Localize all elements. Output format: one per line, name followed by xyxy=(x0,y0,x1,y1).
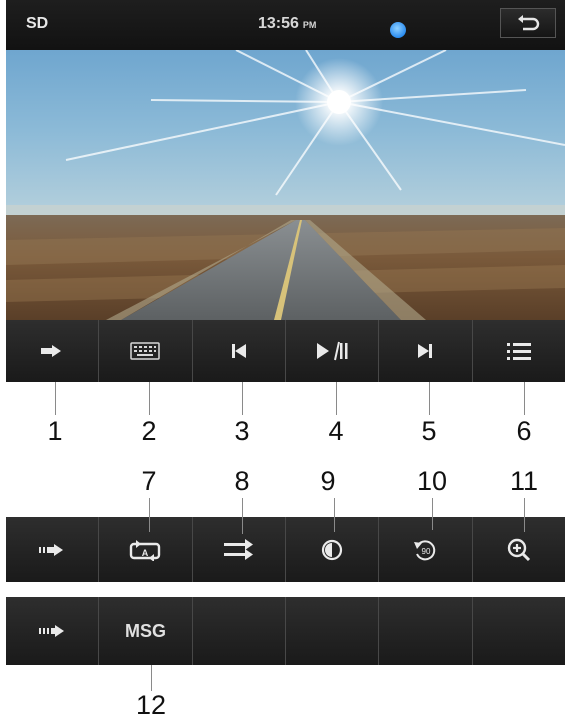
callout-6: 6 xyxy=(516,416,532,446)
next-track-button[interactable] xyxy=(379,320,473,382)
callout-11: 11 xyxy=(509,466,539,496)
repeat-button[interactable]: A xyxy=(99,517,193,582)
back-button[interactable] xyxy=(500,8,556,38)
play-pause-button[interactable] xyxy=(286,320,380,382)
extra-control-bar: MSG xyxy=(6,597,565,665)
callout-line-11 xyxy=(524,498,525,532)
previous-track-button[interactable] xyxy=(193,320,286,382)
status-bar: SD 13:56 PM xyxy=(6,0,565,50)
callout-line-7 xyxy=(149,498,150,532)
video-display[interactable] xyxy=(6,50,565,320)
callout-9: 9 xyxy=(320,466,336,496)
shuffle-button[interactable] xyxy=(193,517,286,582)
clock-time: 13:56 xyxy=(258,15,299,32)
callout-line-2 xyxy=(149,382,150,415)
arrow-right-icon xyxy=(39,625,65,637)
next-track-icon xyxy=(418,344,433,358)
source-label: SD xyxy=(26,15,49,32)
return-icon xyxy=(518,15,540,31)
repeat-a-icon: A xyxy=(130,539,161,561)
rotate-button[interactable]: 90 xyxy=(379,517,473,582)
keyboard-icon xyxy=(130,342,161,360)
msg-button[interactable]: MSG xyxy=(99,597,193,665)
empty-slot-4 xyxy=(286,597,380,665)
keyboard-button[interactable] xyxy=(99,320,193,382)
arrow-right-icon xyxy=(41,345,62,357)
callout-4: 4 xyxy=(328,416,344,446)
callout-5: 5 xyxy=(421,416,437,446)
empty-slot-5 xyxy=(379,597,473,665)
callout-line-12 xyxy=(151,665,152,691)
msg-label: MSG xyxy=(124,620,166,641)
status-indicator-icon xyxy=(390,22,406,38)
empty-slot-3 xyxy=(193,597,286,665)
callout-line-10 xyxy=(432,498,433,530)
empty-slot-6 xyxy=(473,597,565,665)
zoom-button[interactable] xyxy=(473,517,565,582)
callout-line-8 xyxy=(242,498,243,534)
rotate-90-icon: 90 xyxy=(414,539,436,560)
rotate-degree-text: 90 xyxy=(422,547,431,556)
callout-3: 3 xyxy=(234,416,250,446)
callout-line-9 xyxy=(334,498,335,532)
brightness-button[interactable] xyxy=(286,517,380,582)
callout-1: 1 xyxy=(47,416,63,446)
road-sun-image xyxy=(6,50,565,320)
brightness-icon xyxy=(322,539,343,560)
callout-10: 10 xyxy=(416,466,448,496)
menu-list-icon xyxy=(506,343,531,360)
options-next-page-button[interactable] xyxy=(6,517,100,582)
callout-8: 8 xyxy=(234,466,250,496)
list-menu-button[interactable] xyxy=(473,320,565,382)
callout-line-6 xyxy=(524,382,525,415)
options-control-bar: A 90 xyxy=(6,517,565,582)
playback-control-bar xyxy=(6,320,565,382)
svg-text:A: A xyxy=(142,548,149,558)
extra-next-page-button[interactable] xyxy=(6,597,100,665)
callout-line-4 xyxy=(336,382,337,415)
callout-7: 7 xyxy=(141,466,157,496)
play-pause-icon xyxy=(317,341,348,361)
callout-2: 2 xyxy=(141,416,157,446)
main-next-page-button[interactable] xyxy=(6,320,100,382)
callout-line-3 xyxy=(242,382,243,415)
callout-line-5 xyxy=(429,382,430,415)
shuffle-icon xyxy=(223,538,253,560)
clock-ampm: PM xyxy=(302,20,317,30)
clock: 13:56 PM xyxy=(258,15,316,33)
callout-12: 12 xyxy=(135,690,167,720)
arrow-right-icon xyxy=(39,543,64,556)
previous-track-icon xyxy=(231,344,246,358)
callout-line-1 xyxy=(55,382,56,415)
zoom-in-icon xyxy=(507,538,530,561)
